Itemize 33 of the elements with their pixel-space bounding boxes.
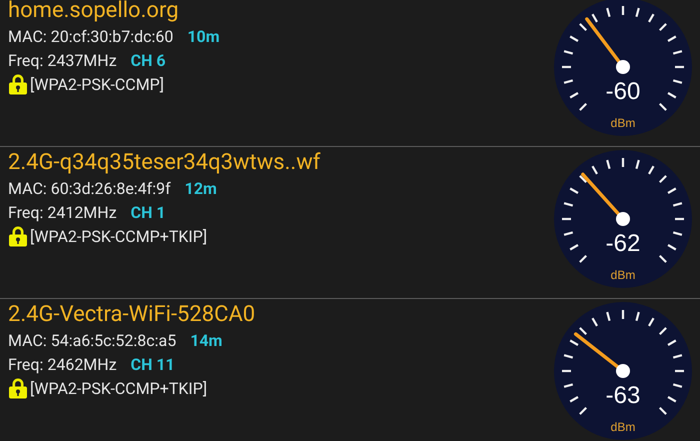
needle-hub <box>616 364 630 378</box>
needle-hub <box>616 60 630 74</box>
mac-address: MAC: 60:3d:26:8e:4f:9f <box>8 178 171 198</box>
signal-unit: dBm <box>610 268 636 282</box>
channel: CH 1 <box>130 202 166 222</box>
mac-address: MAC: 54:a6:5c:52:8c:a5 <box>8 330 176 350</box>
network-name: 2.4G-Vectra-WiFi-528CA0 <box>8 302 256 328</box>
network-row[interactable]: 2.4G-q34q35teser34q3wtws..wf MAC: 60:3d:26:8e:4f:9f 12m Freq: 2412MHz CH 1 [WPA2-PSK-CCMP+TKIP] -62 dBm <box>0 147 700 299</box>
lock-icon <box>8 73 28 95</box>
distance: 14m <box>190 330 222 350</box>
signal-unit: dBm <box>610 116 636 130</box>
frequency: Freq: 2462MHz <box>8 354 117 374</box>
signal-reading: -63 <box>606 382 640 409</box>
network-row[interactable]: home.sopello.org MAC: 20:cf:30:b7:dc:60 10m Freq: 2437MHz CH 6 [WPA2-PSK-CCMP] -60 dBm <box>0 0 700 147</box>
lock-icon <box>8 377 28 399</box>
channel: CH 6 <box>130 50 166 70</box>
security-type: [WPA2-PSK-CCMP+TKIP] <box>30 226 208 246</box>
channel: CH 11 <box>130 354 175 374</box>
network-name: home.sopello.org <box>8 0 180 24</box>
security-type: [WPA2-PSK-CCMP+TKIP] <box>30 378 208 398</box>
distance: 12m <box>184 178 217 198</box>
lock-icon <box>8 225 28 247</box>
signal-unit: dBm <box>610 420 636 434</box>
frequency: Freq: 2412MHz <box>8 202 117 222</box>
mac-address: MAC: 20:cf:30:b7:dc:60 <box>8 26 174 46</box>
needle-hub <box>616 212 630 226</box>
frequency: Freq: 2437MHz <box>8 50 117 70</box>
distance: 10m <box>187 26 220 46</box>
network-row[interactable]: 2.4G-Vectra-WiFi-528CA0 MAC: 54:a6:5c:52:8c:a5 14m Freq: 2462MHz CH 11 [WPA2-PSK-CCMP+TKIP] -63 dBm <box>0 299 700 441</box>
signal-reading: -60 <box>606 78 640 105</box>
signal-reading: -62 <box>606 230 640 257</box>
network-name: 2.4G-q34q35teser34q3wtws..wf <box>8 150 320 176</box>
security-type: [WPA2-PSK-CCMP] <box>30 74 164 94</box>
